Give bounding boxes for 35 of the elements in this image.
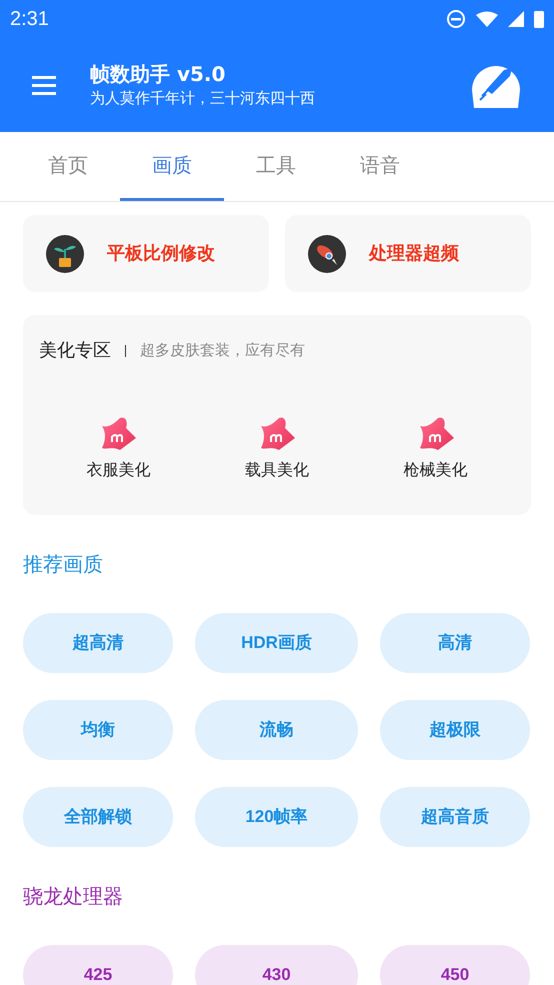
section-subtitle: 超多皮肤套装，应有尽有 xyxy=(140,340,305,362)
section-heading: 推荐画质 xyxy=(23,551,104,578)
wifi-icon xyxy=(476,11,498,27)
status-time: 2:31 xyxy=(10,7,49,32)
option-chip[interactable]: 超极限 xyxy=(380,700,530,760)
feature-card[interactable]: 平板比例修改 xyxy=(23,215,269,292)
plant-icon xyxy=(45,234,85,274)
option-chip[interactable]: 120帧率 xyxy=(195,787,358,847)
option-chip[interactable]: 均衡 xyxy=(23,700,173,760)
option-chip[interactable]: 430 xyxy=(195,945,358,985)
tab[interactable]: 首页 xyxy=(16,132,120,201)
option-chip[interactable]: 超高音质 xyxy=(380,787,530,847)
tab[interactable]: 画质 xyxy=(120,132,224,201)
option-chip[interactable]: 超高清 xyxy=(23,613,173,673)
option-chip[interactable]: HDR画质 xyxy=(195,613,358,673)
option-chip[interactable]: 全部解锁 xyxy=(23,787,173,847)
skin-item[interactable]: 枪械美化 xyxy=(356,416,515,482)
feature-card[interactable]: 处理器超频 xyxy=(285,215,531,292)
option-chip[interactable]: 流畅 xyxy=(195,700,358,760)
battery-icon xyxy=(534,10,544,28)
option-chip[interactable]: 高清 xyxy=(380,613,530,673)
skin-item[interactable]: 载具美化 xyxy=(198,416,356,482)
menu-icon[interactable] xyxy=(32,75,56,95)
tab[interactable]: 语音 xyxy=(328,132,432,201)
rocket-icon xyxy=(307,234,347,274)
option-chip[interactable]: 425 xyxy=(23,945,173,985)
do-not-disturb-icon xyxy=(446,9,466,29)
tab[interactable]: 工具 xyxy=(224,132,328,201)
signal-icon xyxy=(508,11,524,27)
section-heading: 骁龙处理器 xyxy=(23,883,124,910)
skin-item[interactable]: 衣服美化 xyxy=(39,416,198,482)
app-subtitle: 为人莫作千年计，三十河东四十西 xyxy=(90,88,316,109)
option-chip[interactable]: 450 xyxy=(380,945,530,985)
app-title: 帧数助手 v5.0 xyxy=(90,61,226,87)
section-title: 美化专区 xyxy=(39,339,111,363)
